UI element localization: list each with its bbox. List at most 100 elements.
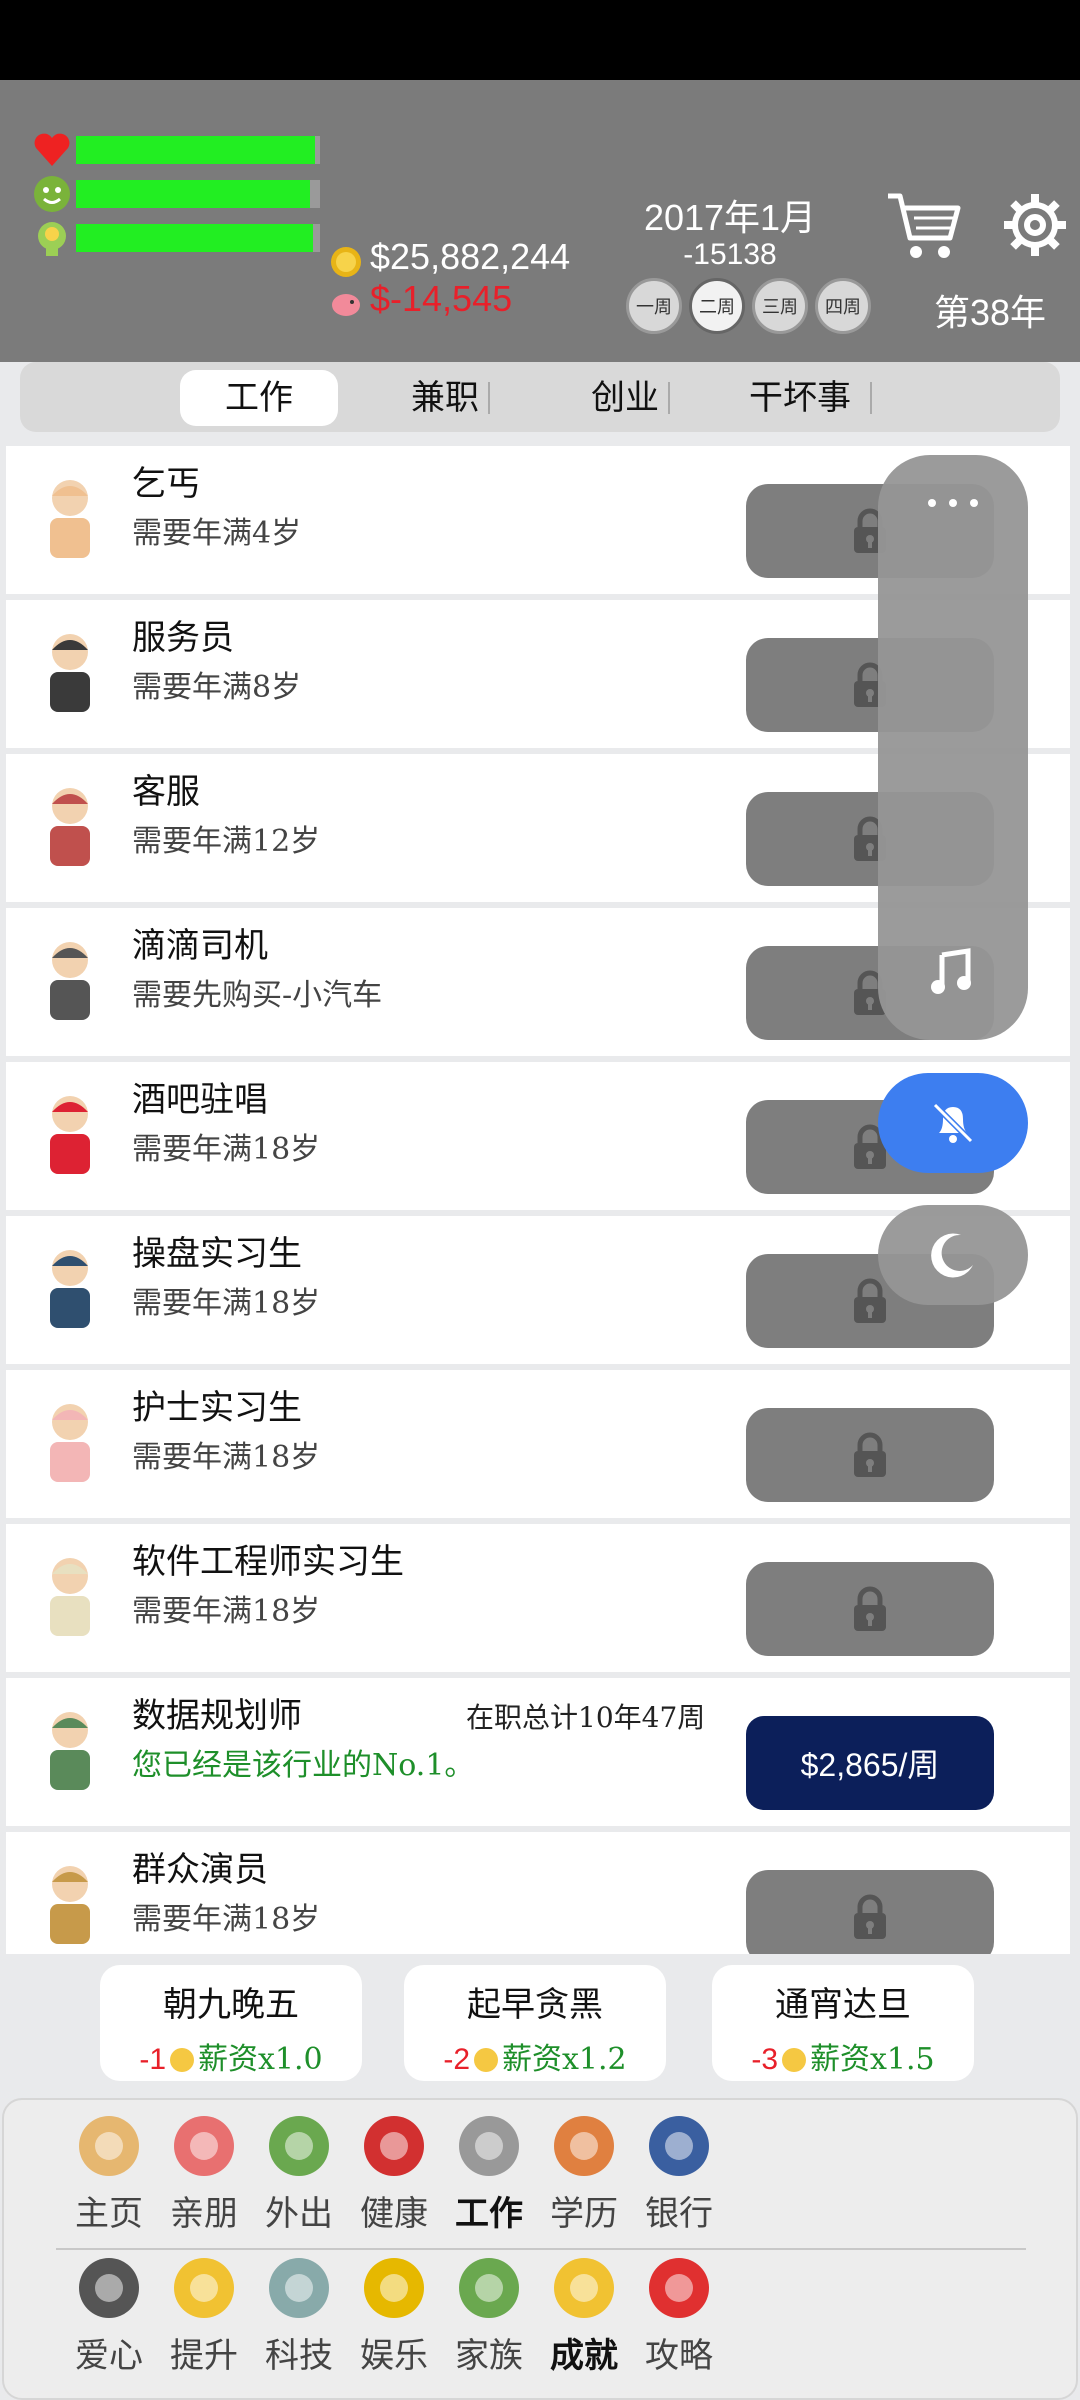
week-2-button[interactable]: 二周 [689,278,745,334]
happy-face-icon [34,176,70,212]
shopping-cart-icon[interactable] [884,186,964,266]
nav-bank[interactable]: 银行 [614,2110,744,2240]
locked-job-button[interactable] [746,1870,994,1954]
work-icon [459,2116,519,2176]
friends-icon [174,2116,234,2176]
smart-bar [76,224,320,252]
achievement-icon [554,2258,614,2318]
smart-bar-fill [76,224,313,252]
job-avatar-icon [50,634,90,712]
salary-button[interactable]: $2,865/周 [746,1716,994,1810]
mode-title: 起早贪黑 [467,1985,603,2025]
lock-icon [854,1432,886,1477]
smile-icon [474,2048,499,2072]
job-row[interactable]: 软件工程师实习生 需要年满18岁 [6,1524,1070,1672]
tab-startup[interactable]: 创业 [560,370,690,426]
job-requirement: 需要年满4岁 [132,516,302,551]
mode-mood-cost: -2 [443,2043,471,2076]
date-label: 2017年1月 [643,197,817,238]
charity-icon [79,2258,139,2318]
work-mode-9-to-5[interactable]: 朝九晚五 -1 薪资x1.0 [100,1965,362,2081]
job-category-tabs: 工作 兼职 创业 干坏事 [20,362,1060,432]
job-requirement: 需要年满18岁 [132,1132,321,1167]
job-requirement: 您已经是该行业的No.1。 [132,1748,475,1783]
music-note-icon[interactable] [928,947,978,997]
smile-icon [782,2048,807,2072]
week-1-button[interactable]: 一周 [626,278,682,334]
job-avatar-icon [50,1558,90,1636]
tab-part-time[interactable]: 兼职 [380,370,510,426]
upgrade-icon [174,2258,234,2318]
debt-amount: $-14,545 [370,278,513,319]
job-title: 服务员 [132,618,234,658]
job-requirement: 需要先购买-小汽车 [132,978,383,1013]
job-avatar-icon [50,942,90,1020]
job-title: 护士实习生 [132,1388,302,1428]
mute-bell-button[interactable] [878,1073,1028,1173]
nav-label: 银行 [645,2194,713,2234]
nav-guide[interactable]: 攻略 [614,2252,744,2382]
week-3-button[interactable]: 三周 [752,278,808,334]
job-row[interactable]: 群众演员 需要年满18岁 [6,1832,1070,1954]
gear-icon[interactable] [1000,190,1070,260]
mode-salary: 薪资x1.5 [810,2042,935,2077]
lock-icon [854,1894,886,1939]
job-requirement: 需要年满18岁 [132,1286,321,1321]
mode-mood-cost: -1 [139,2043,167,2076]
tab-divider [488,382,490,414]
bank-icon [649,2116,709,2176]
job-title: 数据规划师 [132,1696,302,1736]
lock-icon [854,1278,886,1323]
outing-icon [269,2116,329,2176]
job-requirement: 需要年满8岁 [132,670,302,705]
mode-salary: 薪资x1.0 [198,2042,323,2077]
job-row[interactable]: 数据规划师您已经是该行业的No.1。 在职总计10年47周 $2,865/周 [6,1678,1070,1826]
tab-divider [870,382,872,414]
heart-icon [34,133,70,166]
night-mode-button[interactable] [878,1205,1028,1305]
tab-bad-deeds[interactable]: 干坏事 [720,370,880,426]
locked-job-button[interactable] [746,1562,994,1656]
education-icon [554,2116,614,2176]
mood-bar-fill [76,180,311,208]
piggy-bank-icon [332,294,360,316]
health-icon [364,2116,424,2176]
locked-job-button[interactable] [746,1408,994,1502]
job-tenure: 在职总计10年47周 [466,1701,706,1734]
work-mode-all-night[interactable]: 通宵达旦 -3 薪资x1.5 [712,1965,974,2081]
brain-icon [38,222,66,256]
smile-icon [170,2048,195,2072]
lock-icon [854,1586,886,1631]
day-number: -15138 [683,238,777,271]
job-title: 酒吧驻唱 [132,1080,268,1120]
job-title: 软件工程师实习生 [132,1542,404,1582]
mode-title: 朝九晚五 [163,1985,299,2025]
bottom-navigation: 主页 亲朋 外出 健康 工作 学历 银行 爱心 提升 科技 娱乐 家族 成就 攻略 [2,2098,1078,2400]
tab-work[interactable]: 工作 [180,370,338,426]
health-bar-fill [76,136,316,164]
mode-salary: 薪资x1.2 [502,2042,627,2077]
more-options-icon[interactable] [926,495,980,507]
job-row[interactable]: 护士实习生需要年满18岁 [6,1370,1070,1518]
year-label: 第38年 [933,292,1047,333]
moon-icon [931,1233,973,1278]
job-requirement: 需要年满18岁 [132,1440,321,1475]
floating-toolbar [878,455,1028,1040]
job-requirement: 需要年满12岁 [132,824,321,859]
health-bar [76,136,320,164]
job-avatar-icon [50,480,90,558]
coin-icon [331,247,361,277]
home-icon [79,2116,139,2176]
job-title: 乞丐 [132,464,200,504]
status-bar [0,0,1080,80]
tech-icon [269,2258,329,2318]
job-avatar-icon [50,788,90,866]
job-title: 群众演员 [132,1850,268,1890]
work-mode-early-late[interactable]: 起早贪黑 -2 薪资x1.2 [404,1965,666,2081]
job-title: 滴滴司机 [132,926,268,966]
cash-amount: $25,882,244 [370,236,571,277]
job-avatar-icon [50,1250,90,1328]
job-avatar-icon [50,1404,90,1482]
tab-divider [668,382,670,414]
week-4-button[interactable]: 四周 [815,278,871,334]
